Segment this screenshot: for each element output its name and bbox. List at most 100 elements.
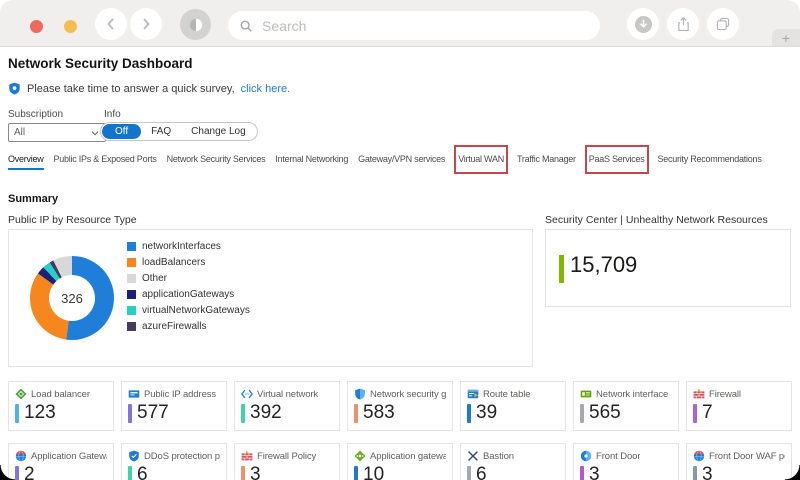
- security-center-title: Security Center | Unhealthy Network Reso…: [545, 214, 768, 226]
- tab-bar: Overview Public IPs & Exposed Ports Networ…: [8, 145, 762, 174]
- network-interface-icon: [580, 388, 592, 400]
- browser-profile-button[interactable]: [180, 9, 211, 40]
- value-accent-bar: [693, 465, 697, 480]
- value-accent-bar: [354, 403, 358, 423]
- share-icon: [677, 16, 689, 31]
- tile-label: Firewall Policy: [257, 450, 317, 462]
- tile-label: Public IP address: [144, 388, 217, 400]
- summary-heading: Summary: [8, 193, 59, 205]
- tile-application-gateway-waf-policy[interactable]: Application Gateway WAF policy 2: [8, 443, 114, 480]
- search-input[interactable]: [260, 16, 589, 35]
- front-door-waf-icon: [693, 450, 705, 462]
- legend-swatch: [127, 306, 136, 315]
- legend-item-azurefirewalls: azureFirewalls: [127, 321, 250, 332]
- tile-ddos-protection-plan[interactable]: DDoS protection plan 6: [121, 443, 227, 480]
- tile-network-interface[interactable]: Network interface 565: [573, 381, 679, 431]
- feedback-shield-icon: [8, 82, 21, 95]
- tab-paas-services[interactable]: PaaS Services: [584, 145, 649, 174]
- value-accent-bar: [580, 403, 584, 423]
- value-accent-bar: [354, 465, 358, 480]
- value-accent-bar: [467, 465, 471, 480]
- tile-application-gateway[interactable]: Application gateway 10: [347, 443, 453, 480]
- unhealthy-resources-count: 15,709: [570, 252, 638, 277]
- legend-swatch: [127, 258, 136, 267]
- window-close-button[interactable]: [30, 20, 43, 33]
- tab-gateway-vpn-services[interactable]: Gateway/VPN services: [358, 149, 445, 170]
- tile-label: Firewall: [709, 388, 741, 400]
- share-button[interactable]: [667, 8, 699, 40]
- tile-value: 39: [476, 402, 498, 423]
- tile-bastion[interactable]: Bastion 6: [460, 443, 566, 480]
- donut-center: 326: [49, 275, 95, 321]
- legend-label: virtualNetworkGateways: [142, 305, 250, 316]
- info-option-off[interactable]: Off: [102, 124, 142, 139]
- tile-load-balancer[interactable]: Load balancer 123: [8, 381, 114, 431]
- chart-legend: networkInterfaces loadBalancers Other appli…: [127, 241, 250, 332]
- tile-label: Application Gateway WAF policy: [31, 450, 107, 462]
- value-accent-bar: [693, 403, 697, 423]
- tab-internal-networking[interactable]: Internal Networking: [275, 149, 348, 170]
- front-door-icon: [580, 450, 592, 462]
- tile-value: 583: [363, 402, 395, 423]
- legend-swatch: [127, 290, 136, 299]
- new-tab-button[interactable]: +: [772, 29, 800, 46]
- waf-policy-icon: [15, 450, 27, 462]
- subscription-dropdown[interactable]: All: [8, 123, 106, 142]
- tile-label: Application gateway: [370, 450, 446, 462]
- browser-window: + Network Security Dashboard Please take…: [0, 0, 800, 480]
- tile-label: DDoS protection plan: [144, 450, 220, 462]
- value-accent-bar: [128, 403, 132, 423]
- tile-row-2: Application Gateway WAF policy 2 DDoS prot…: [8, 443, 792, 480]
- info-option-change-log[interactable]: Change Log: [181, 124, 256, 139]
- tab-overview[interactable]: Overview: [8, 149, 44, 170]
- tile-label: Front Door: [596, 450, 641, 462]
- tile-value: 392: [250, 402, 282, 423]
- tile-front-door[interactable]: Front Door 3: [573, 443, 679, 480]
- load-balancer-icon: [15, 388, 27, 400]
- tile-public-ip-address[interactable]: Public IP address 577: [121, 381, 227, 431]
- subscription-value: All: [14, 127, 26, 138]
- tile-firewall-policy[interactable]: Firewall Policy 3: [234, 443, 340, 480]
- info-option-faq[interactable]: FAQ: [141, 124, 181, 139]
- tab-security-recommendations[interactable]: Security Recommendations: [658, 149, 762, 170]
- tile-label: Network security group: [370, 388, 446, 400]
- tile-value: 10: [363, 464, 385, 480]
- tile-value: 3: [589, 464, 600, 480]
- tile-firewall[interactable]: Firewall 7: [686, 381, 792, 431]
- tile-value: 6: [137, 464, 148, 480]
- info-toggle-group: Off FAQ Change Log: [100, 122, 258, 141]
- tile-virtual-network[interactable]: Virtual network 392: [234, 381, 340, 431]
- tab-virtual-wan[interactable]: Virtual WAN: [454, 145, 508, 174]
- survey-link[interactable]: click here.: [241, 83, 291, 95]
- forward-button[interactable]: [130, 8, 162, 40]
- subscription-label: Subscription: [8, 109, 64, 120]
- downloads-button[interactable]: [627, 8, 659, 40]
- tabs-overview-button[interactable]: [707, 8, 739, 40]
- legend-item-networkinterfaces: networkInterfaces: [127, 241, 250, 252]
- search-bar[interactable]: [228, 11, 600, 40]
- tile-front-door-waf-policy[interactable]: Front Door WAF policy 3: [686, 443, 792, 480]
- tile-value: 565: [589, 402, 621, 423]
- chevron-right-icon: [143, 18, 150, 30]
- tile-route-table[interactable]: Route table 39: [460, 381, 566, 431]
- tile-row-1: Load balancer 123 Public IP address 577 Virt…: [8, 381, 792, 431]
- security-center-panel: 15,709: [545, 229, 791, 307]
- tile-value: 3: [250, 464, 261, 480]
- chevron-down-icon: [91, 130, 99, 135]
- tile-value: 2: [24, 464, 35, 480]
- tab-network-security-services[interactable]: Network Security Services: [167, 149, 266, 170]
- tile-value: 7: [702, 402, 713, 423]
- network-security-group-icon: [354, 388, 366, 400]
- firewall-icon: [693, 388, 705, 400]
- legend-label: Other: [142, 273, 168, 284]
- legend-label: loadBalancers: [142, 257, 206, 268]
- legend-item-applicationgateways: applicationGateways: [127, 289, 250, 300]
- tab-traffic-manager[interactable]: Traffic Manager: [517, 149, 576, 170]
- tile-network-security-group[interactable]: Network security group 583: [347, 381, 453, 431]
- survey-text: Please take time to answer a quick surve…: [27, 82, 235, 95]
- window-minimize-button[interactable]: [64, 20, 77, 33]
- tab-public-ips-exposed-ports[interactable]: Public IPs & Exposed Ports: [54, 149, 157, 170]
- tabs-icon: [716, 17, 730, 31]
- tile-label: Virtual network: [257, 388, 319, 400]
- back-button[interactable]: [95, 8, 127, 40]
